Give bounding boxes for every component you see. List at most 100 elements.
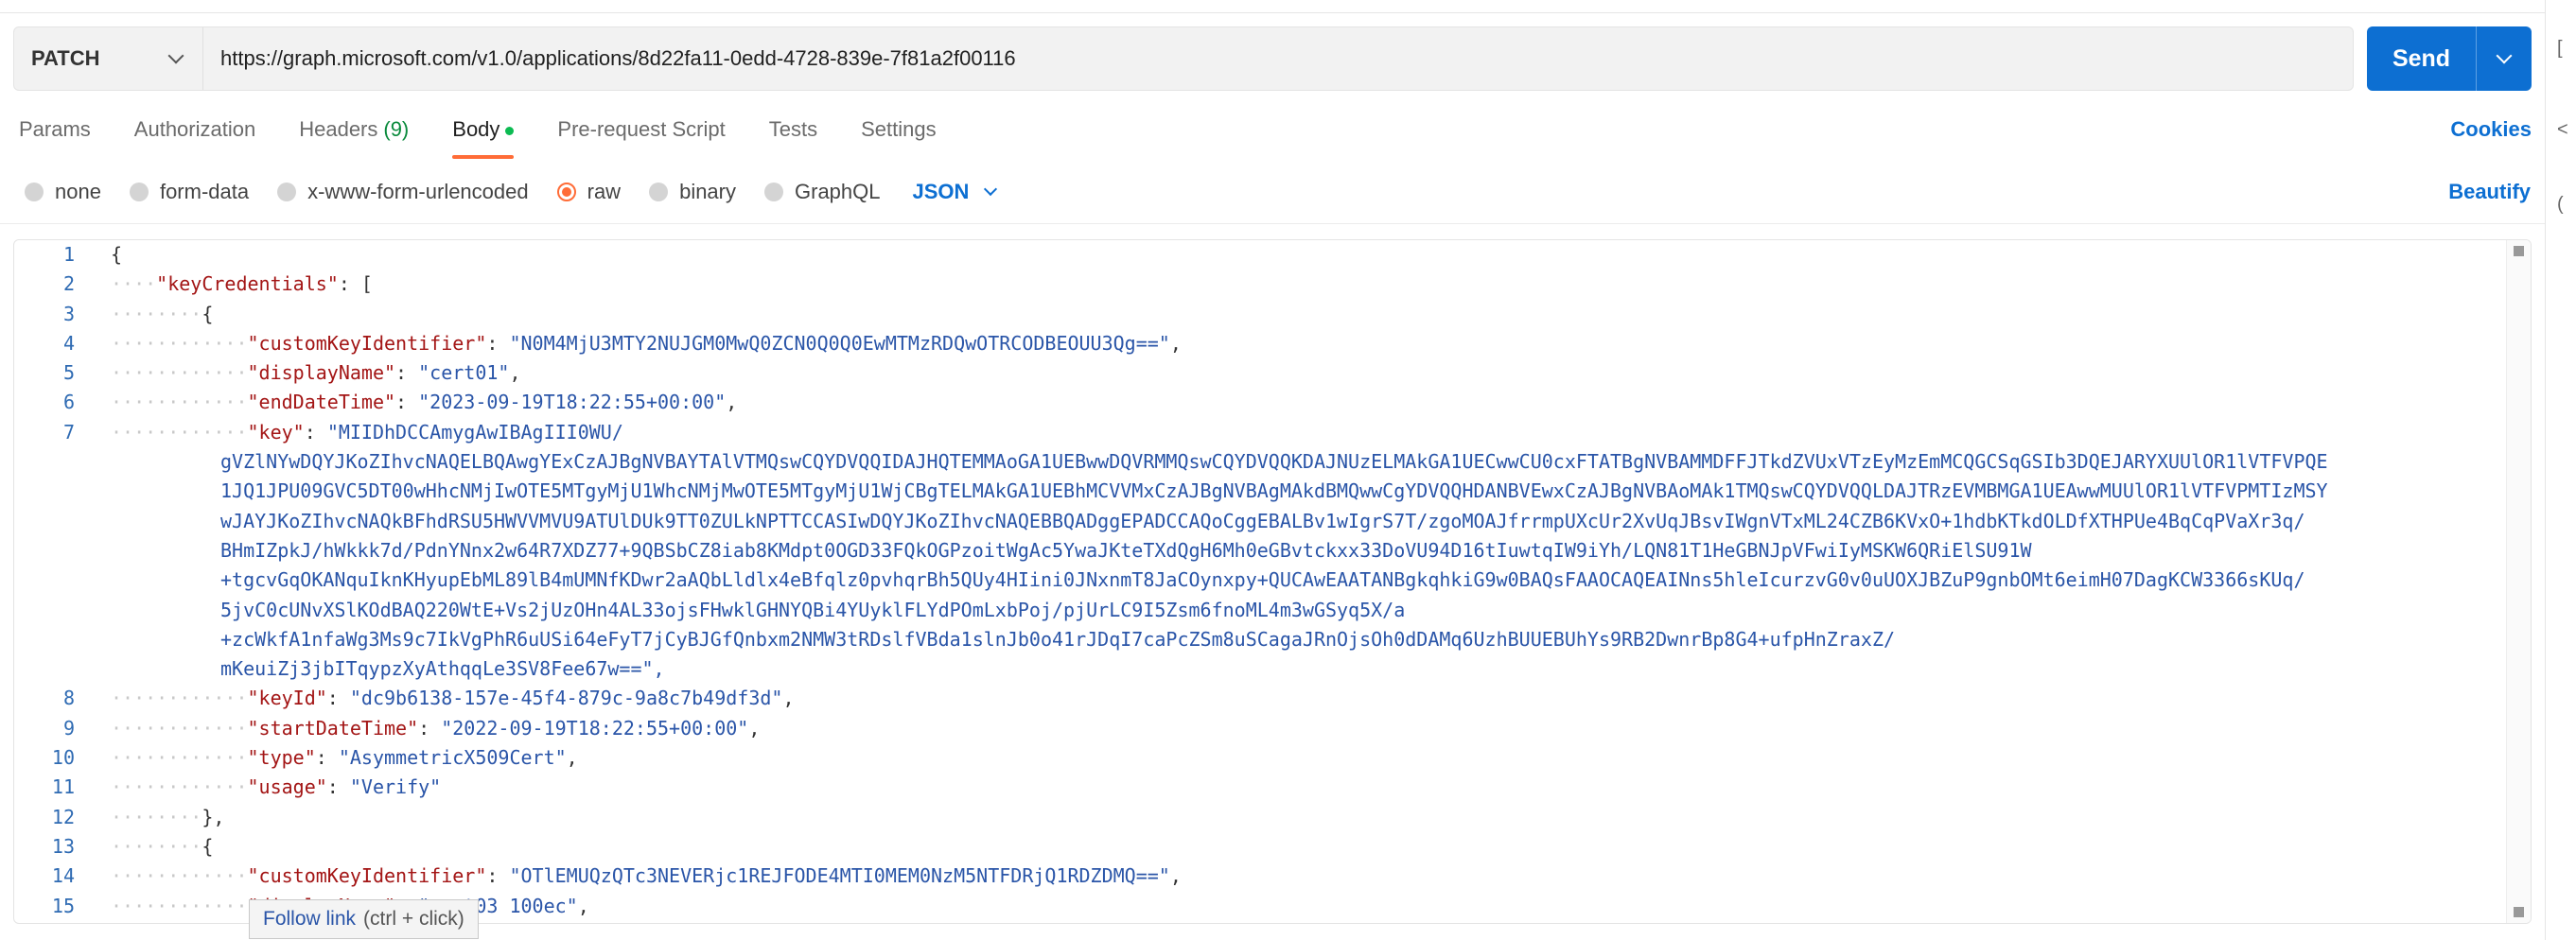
body-type-form-data[interactable]: form-data bbox=[129, 180, 250, 204]
scroll-up-icon[interactable] bbox=[2514, 246, 2524, 256]
line-number: 9 bbox=[62, 716, 75, 740]
tooltip-hint: (ctrl + click) bbox=[363, 908, 464, 930]
section-divider bbox=[0, 223, 2545, 224]
tab-headers[interactable]: Headers (9) bbox=[299, 117, 409, 161]
right-sidebar-glyph[interactable]: < bbox=[2557, 119, 2568, 141]
right-sidebar-glyph[interactable]: ( bbox=[2557, 194, 2564, 216]
line-number: 14 bbox=[51, 864, 75, 888]
code-line: 3 ········{ bbox=[14, 300, 2506, 329]
radio-label: raw bbox=[587, 180, 622, 203]
radio-icon bbox=[129, 183, 149, 201]
code-text: ············"customKeyIdentifier": "OTlE… bbox=[111, 864, 1182, 888]
line-number: 6 bbox=[62, 391, 75, 414]
send-options-button[interactable] bbox=[2477, 26, 2532, 91]
line-number: 4 bbox=[62, 331, 75, 355]
code-text: ········{ bbox=[111, 302, 214, 325]
top-divider bbox=[0, 0, 2545, 13]
body-type-urlencoded[interactable]: x-www-form-urlencoded bbox=[277, 180, 529, 204]
code-lines: 1{2 ····"keyCredentials": [3 ········{4 ···… bbox=[14, 240, 2506, 921]
code-text: gVZlNYwDQYJKoZIhvcNAQELBQAwgYExCzAJBgNVB… bbox=[220, 450, 2328, 474]
line-number: 1 bbox=[62, 243, 75, 266]
cookies-link[interactable]: Cookies bbox=[2450, 117, 2532, 142]
tab-body[interactable]: Body bbox=[452, 117, 515, 161]
code-text: ········}, bbox=[111, 805, 225, 828]
tab-settings[interactable]: Settings bbox=[861, 117, 937, 161]
code-line: 11 ············"usage": "Verify" bbox=[14, 773, 2506, 802]
body-type-none[interactable]: none bbox=[25, 180, 101, 204]
chevron-down-icon bbox=[167, 47, 184, 64]
line-number: 7 bbox=[62, 420, 75, 444]
code-line: +zcWkfA1nfaWg3Ms9c7IkVgPhR6uUSi64eFyT7jC… bbox=[14, 625, 2506, 654]
code-line: wJAYJKoZIhvcNAQkBFhdRSU5HWVVMVU9ATUlDUk9… bbox=[14, 507, 2506, 536]
beautify-button[interactable]: Beautify bbox=[2448, 180, 2531, 204]
code-editor[interactable]: 1{2 ····"keyCredentials": [3 ········{4 ···… bbox=[13, 239, 2532, 924]
code-line: +tgcvGqOKANquIknKHyupEbML89lB4mUMNfKDwr2… bbox=[14, 566, 2506, 595]
code-line: 9 ············"startDateTime": "2022-09-1… bbox=[14, 714, 2506, 743]
tab-label: Tests bbox=[768, 117, 818, 141]
code-line: mKeuiZj3jbITqypzXyAthqqLe3SV8Fee67w==", bbox=[14, 654, 2506, 684]
code-text: +zcWkfA1nfaWg3Ms9c7IkVgPhR6uUSi64eFyT7jC… bbox=[220, 627, 1896, 651]
radio-icon bbox=[649, 183, 669, 201]
body-type-selector: none form-data x-www-form-urlencoded raw… bbox=[25, 178, 998, 206]
method-select[interactable]: PATCH bbox=[14, 27, 203, 90]
line-number: 10 bbox=[51, 746, 75, 770]
tab-label: Headers bbox=[299, 117, 378, 141]
modified-dot-icon bbox=[505, 127, 515, 135]
send-button-group: Send bbox=[2367, 26, 2532, 91]
code-line: 7 ············"key": "MIIDhDCCAmygAwIBAgI… bbox=[14, 418, 2506, 447]
code-text: ············"key": "MIIDhDCCAmygAwIBAgII… bbox=[111, 420, 623, 444]
language-label: JSON bbox=[912, 180, 970, 203]
radio-label: x-www-form-urlencoded bbox=[307, 180, 529, 203]
tab-label: Authorization bbox=[133, 117, 256, 141]
line-number: 12 bbox=[51, 805, 75, 828]
code-line: 10 ············"type": "AsymmetricX509Cer… bbox=[14, 743, 2506, 773]
tab-authorization[interactable]: Authorization bbox=[134, 117, 255, 161]
line-number: 2 bbox=[62, 272, 75, 296]
code-line: 5jvC0cUNvXSlKOdBAQ220WtE+Vs2jUzOHn4AL33o… bbox=[14, 596, 2506, 625]
code-text: mKeuiZj3jbITqypzXyAthqqLe3SV8Fee67w==", bbox=[220, 657, 665, 681]
request-tabs: Params Authorization Headers (9) Body Pre… bbox=[19, 117, 980, 165]
radio-icon bbox=[764, 183, 783, 201]
follow-link-tooltip: Follow link (ctrl + click) bbox=[249, 899, 479, 939]
chevron-down-icon bbox=[984, 182, 998, 197]
language-select[interactable]: JSON bbox=[912, 180, 998, 204]
code-text: ············"endDateTime": "2023-09-19T1… bbox=[111, 391, 738, 414]
body-type-graphql[interactable]: GraphQL bbox=[764, 180, 881, 204]
code-text: ············"keyId": "dc9b6138-157e-45f4… bbox=[111, 687, 795, 710]
tab-pre-request-script[interactable]: Pre-request Script bbox=[557, 117, 725, 161]
editor-scrollbar[interactable] bbox=[2506, 240, 2531, 923]
code-text: ········{ bbox=[111, 834, 214, 858]
line-number: 5 bbox=[62, 361, 75, 385]
line-number: 15 bbox=[51, 894, 75, 917]
body-type-binary[interactable]: binary bbox=[649, 180, 736, 204]
radio-selected-icon bbox=[556, 183, 576, 201]
line-number bbox=[14, 596, 75, 625]
headers-count: (9) bbox=[383, 117, 410, 141]
code-line: 8 ············"keyId": "dc9b6138-157e-45f… bbox=[14, 684, 2506, 713]
method-label: PATCH bbox=[31, 46, 100, 70]
code-text: 5jvC0cUNvXSlKOdBAQ220WtE+Vs2jUzOHn4AL33o… bbox=[220, 598, 1406, 621]
body-type-raw[interactable]: raw bbox=[556, 180, 622, 204]
radio-label: GraphQL bbox=[795, 180, 881, 203]
code-line: 4 ············"customKeyIdentifier": "N0M… bbox=[14, 329, 2506, 358]
line-number: 11 bbox=[51, 775, 75, 799]
tab-params[interactable]: Params bbox=[19, 117, 91, 161]
code-line: 13 ········{ bbox=[14, 832, 2506, 862]
tab-tests[interactable]: Tests bbox=[769, 117, 817, 161]
line-number: 13 bbox=[51, 834, 75, 858]
line-number bbox=[14, 447, 75, 477]
line-number: 3 bbox=[62, 302, 75, 325]
code-text: ············"type": "AsymmetricX509Cert"… bbox=[111, 746, 578, 770]
radio-label: form-data bbox=[159, 180, 250, 203]
url-input[interactable]: https://graph.microsoft.com/v1.0/applica… bbox=[203, 46, 1016, 71]
code-text: ············"customKeyIdentifier": "N0M4… bbox=[111, 331, 1182, 355]
code-line: 14 ············"customKeyIdentifier": "OT… bbox=[14, 862, 2506, 891]
right-sidebar-glyph[interactable]: [ bbox=[2557, 38, 2563, 60]
scroll-down-icon[interactable] bbox=[2514, 907, 2524, 917]
line-number bbox=[14, 536, 75, 566]
code-text: ············"startDateTime": "2022-09-19… bbox=[111, 716, 761, 740]
send-button[interactable]: Send bbox=[2367, 26, 2477, 91]
code-text: ····"keyCredentials": [ bbox=[111, 272, 373, 296]
code-line: 6 ············"endDateTime": "2023-09-19T… bbox=[14, 388, 2506, 417]
chevron-down-icon bbox=[2496, 47, 2513, 64]
